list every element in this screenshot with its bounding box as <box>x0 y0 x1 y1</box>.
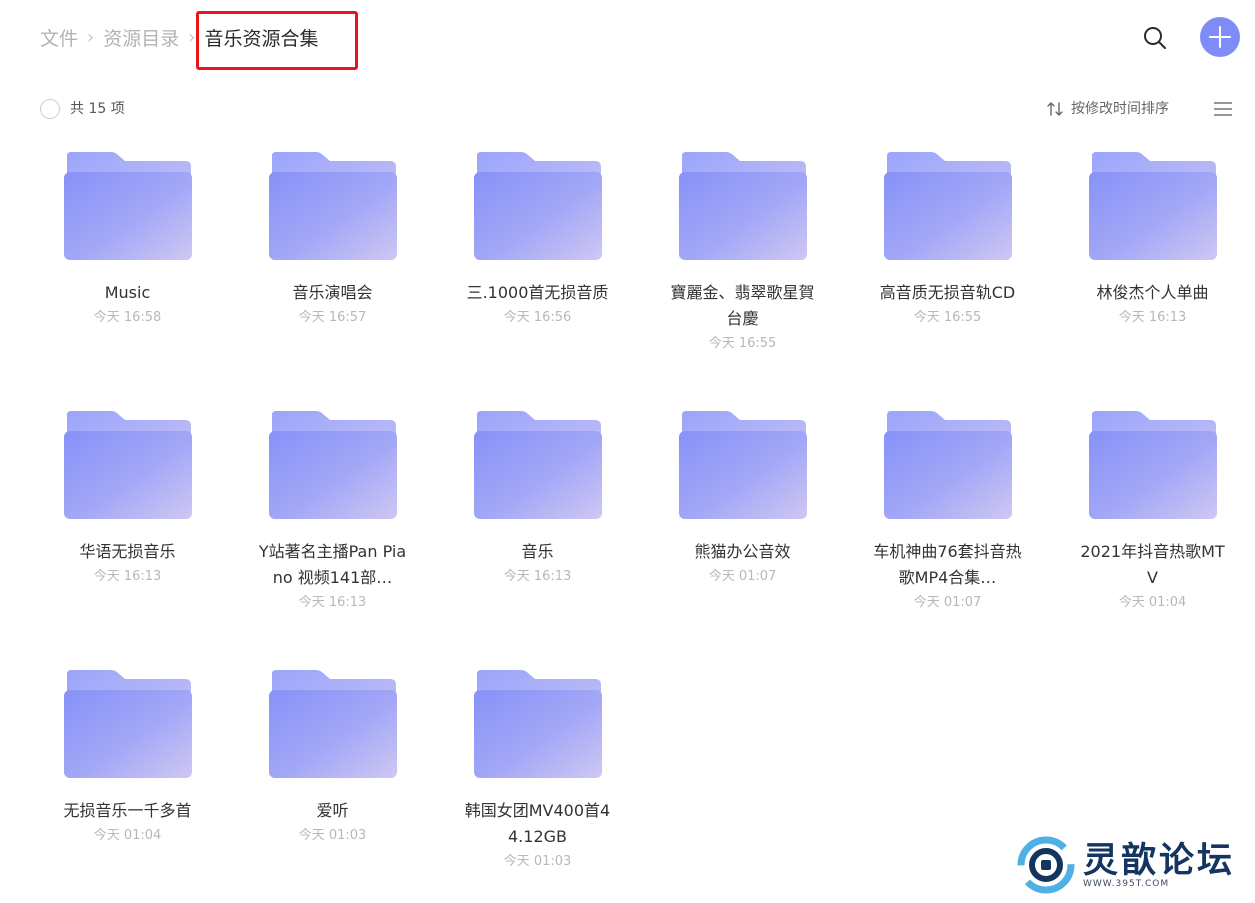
folder-icon <box>1088 411 1217 519</box>
watermark-text: 灵歆论坛 <box>1083 841 1236 881</box>
breadcrumb-item-resource-directory[interactable]: 资源目录 <box>103 24 179 51</box>
folder-item[interactable]: 2021年抖音热歌MTV 今天 01:04 <box>1050 411 1255 613</box>
folder-modified-time: 今天 01:04 <box>1118 595 1187 610</box>
folder-modified-time: 今天 01:03 <box>503 854 572 869</box>
folder-icon <box>473 670 602 778</box>
folder-item[interactable]: 爱听今天 01:03 <box>230 670 435 846</box>
folder-icon <box>1088 152 1217 260</box>
folder-name: 韩国女团MV400首44.12GB <box>464 801 611 846</box>
folder-icon <box>678 152 807 260</box>
folder-icon <box>473 152 602 260</box>
folder-modified-time: 今天 16:55 <box>708 336 777 351</box>
folder-icon <box>678 411 807 519</box>
folder-item[interactable]: 音乐今天 16:13 <box>435 411 640 587</box>
folder-modified-time: 今天 01:07 <box>708 569 777 584</box>
breadcrumb: 文件 › 资源目录 › 音乐资源合集 <box>40 22 318 52</box>
folder-icon <box>268 670 397 778</box>
folder-name: 三.1000首无损音质 <box>466 283 609 302</box>
folder-modified-time: 今天 16:13 <box>93 569 162 584</box>
folder-icon <box>268 152 397 260</box>
folder-modified-time: 今天 16:13 <box>1118 310 1187 325</box>
folder-icon <box>63 411 192 519</box>
breadcrumb-separator: › <box>87 26 95 48</box>
folder-item[interactable]: Music 今天 16:58 <box>25 152 230 328</box>
folder-modified-time: 今天 16:56 <box>503 310 572 325</box>
folder-item[interactable]: 车机神曲76套抖音热歌MP4合集… 今天 01:07 <box>845 411 1050 613</box>
item-count: 共 15 项 <box>70 101 125 117</box>
folder-name: 音乐演唱会 <box>292 283 373 302</box>
folder-modified-time: 今天 01:03 <box>298 828 367 843</box>
sort-label: 按修改时间排序 <box>1071 101 1169 117</box>
folder-name: Music <box>104 283 151 302</box>
breadcrumb-item-files[interactable]: 文件 <box>40 24 78 51</box>
folder-item[interactable]: 寶麗金、翡翠歌星賀台慶今天 16:55 <box>640 152 845 354</box>
folder-icon <box>63 670 192 778</box>
sort-button[interactable]: 按修改时间排序 <box>1046 99 1169 119</box>
watermark-logo: 灵歆论坛 WWW.395T.COM <box>1015 832 1247 898</box>
folder-item[interactable]: 熊猫办公音效今天 01:07 <box>640 411 845 587</box>
folder-modified-time: 今天 16:57 <box>298 310 367 325</box>
plus-icon <box>1209 26 1231 48</box>
folder-item[interactable]: 无损音乐一千多首今天 01:04 <box>25 670 230 846</box>
folder-item[interactable]: Y站著名主播Pan Piano 视频141部… 今天 16:13 <box>230 411 435 613</box>
folder-item[interactable]: 韩国女团MV400首44.12GB 今天 01:03 <box>435 670 640 872</box>
breadcrumb-current: 音乐资源合集 <box>204 27 319 50</box>
folder-icon <box>268 411 397 519</box>
folder-name: Y站著名主播Pan Piano 视频141部… <box>258 542 407 587</box>
folder-modified-time: 今天 16:13 <box>503 569 572 584</box>
folder-name: 华语无损音乐 <box>79 542 176 561</box>
select-all-checkbox[interactable] <box>40 99 60 119</box>
folder-icon <box>883 152 1012 260</box>
folder-modified-time: 今天 01:07 <box>913 595 982 610</box>
folder-item[interactable]: 林俊杰个人单曲今天 16:13 <box>1050 152 1255 328</box>
folder-name: 寶麗金、翡翠歌星賀台慶 <box>670 283 815 328</box>
folder-name: 林俊杰个人单曲 <box>1096 283 1209 302</box>
folder-name: 无损音乐一千多首 <box>63 801 192 820</box>
folder-modified-time: 今天 16:58 <box>93 310 162 325</box>
breadcrumb-separator: › <box>188 26 196 48</box>
folder-name: 熊猫办公音效 <box>694 542 791 561</box>
folder-icon <box>883 411 1012 519</box>
folder-name: 音乐 <box>521 542 554 561</box>
folder-name: 爱听 <box>316 801 349 820</box>
folder-name: 2021年抖音热歌MTV <box>1080 542 1225 587</box>
add-button[interactable] <box>1200 17 1240 57</box>
folder-modified-time: 今天 16:55 <box>913 310 982 325</box>
folder-item[interactable]: 华语无损音乐今天 16:13 <box>25 411 230 587</box>
search-icon <box>1144 27 1166 49</box>
folder-item[interactable]: 高音质无损音轨CD 今天 16:55 <box>845 152 1050 328</box>
list-view-icon <box>1214 102 1232 116</box>
folder-name: 高音质无损音轨CD <box>879 283 1016 302</box>
folder-modified-time: 今天 16:13 <box>298 595 367 610</box>
folder-item[interactable]: 音乐演唱会今天 16:57 <box>230 152 435 328</box>
view-toggle-button[interactable] <box>1213 101 1233 117</box>
folder-icon <box>63 152 192 260</box>
folder-modified-time: 今天 01:04 <box>93 828 162 843</box>
folder-name: 车机神曲76套抖音热歌MP4合集… <box>873 542 1022 587</box>
folder-item[interactable]: 三.1000首无损音质今天 16:56 <box>435 152 640 328</box>
forum-logo-icon <box>1017 836 1075 894</box>
sort-icon <box>1047 102 1063 116</box>
folder-icon <box>473 411 602 519</box>
search-button[interactable] <box>1140 23 1170 53</box>
